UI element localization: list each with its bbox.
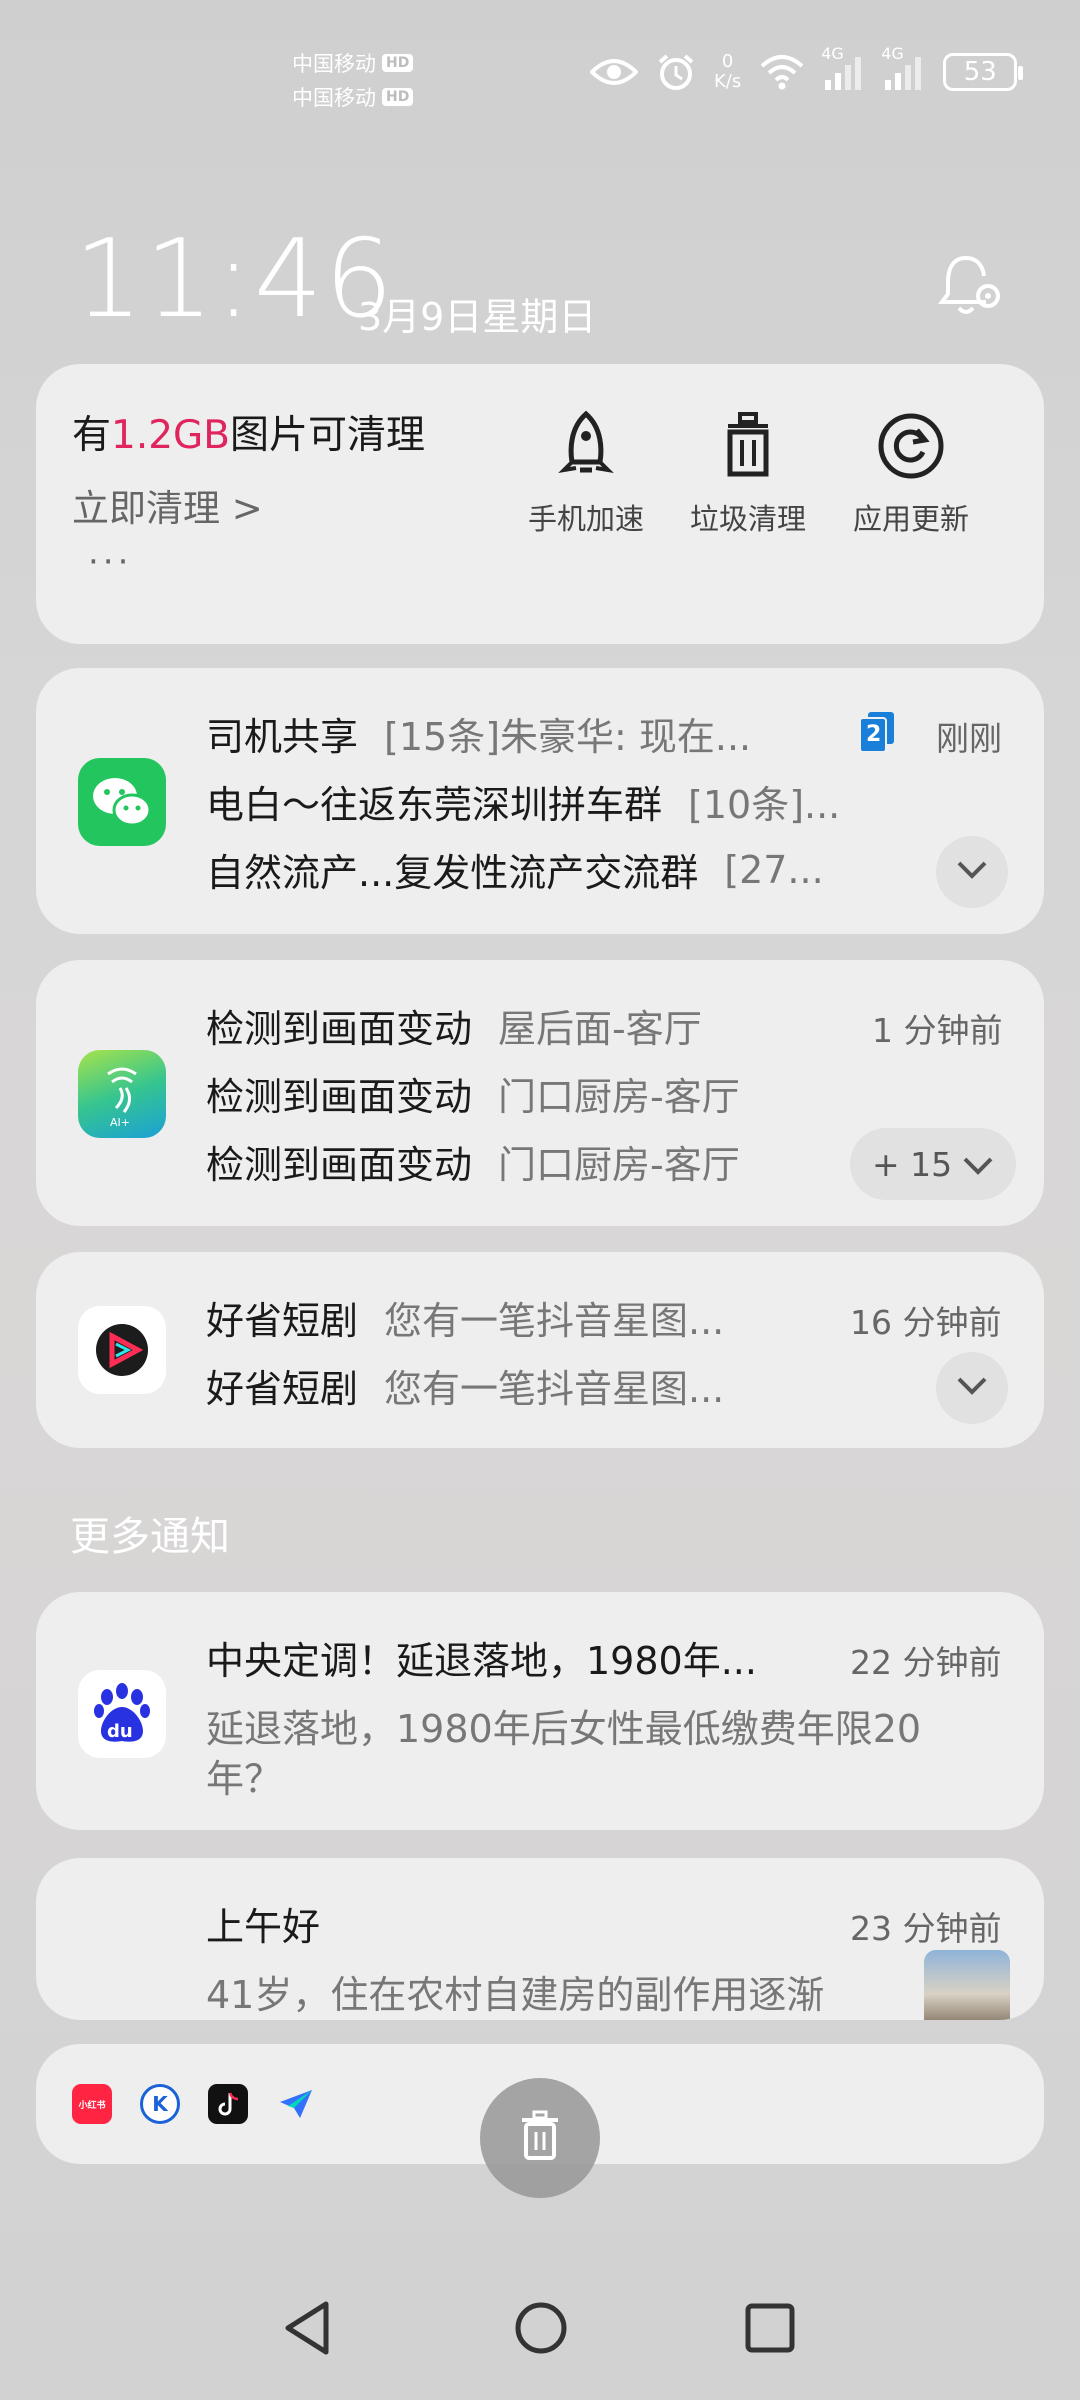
xiaohongshu-icon: 小红书 (72, 2084, 112, 2124)
rocket-icon (556, 410, 616, 486)
svg-text:du: du (107, 1721, 133, 1742)
news-body-line1: 延退落地，1980年后女性最低缴费年限20 (206, 1707, 922, 1751)
notification-time: 23 分钟前 (850, 1909, 1002, 1948)
notification-time: 16 分钟前 (850, 1303, 1002, 1342)
video-play-icon (78, 1306, 166, 1394)
net-speed: 0 K/s (714, 51, 742, 92)
expand-button[interactable] (936, 836, 1008, 908)
alarm-icon (656, 52, 696, 92)
battery-indicator: 53 (943, 53, 1024, 91)
list-item: 电白～往返东莞深圳拼车群 [10条]... (206, 783, 841, 827)
cleaner-headline: 有1.2GB图片可清理 (72, 413, 426, 458)
phone-boost-button[interactable]: 手机加速 (526, 410, 646, 538)
eye-comfort-icon (590, 56, 638, 88)
home-circle-icon (514, 2302, 568, 2360)
recents-square-icon (744, 2303, 796, 2360)
wifi-icon (759, 54, 805, 90)
douyin-icon (208, 2084, 248, 2124)
signal-1-icon: 4G (821, 44, 865, 90)
camera-ai-icon: AI+ (78, 1050, 166, 1138)
notification-time: 22 分钟前 (850, 1643, 1002, 1682)
notification-wechat[interactable]: 司机共享 [15条]朱豪华: 现在... 2 刚刚 电白～往返东莞深圳拼车群 [… (36, 668, 1044, 934)
multi-device-badge: 2 (859, 712, 896, 753)
status-icons: 0 K/s 4G 4G 53 (590, 44, 1024, 92)
list-item: 好省短剧 您有一笔抖音星图... (206, 1367, 725, 1411)
notification-short-drama[interactable]: 好省短剧 您有一笔抖音星图... 16 分钟前 好省短剧 您有一笔抖音星图... (36, 1252, 1044, 1448)
cleaner-card[interactable]: 有1.2GB图片可清理 立即清理 > ··· 手机加速 垃圾清理 应用更新 (36, 364, 1044, 644)
collapsed-app-icons: 小红书 K (72, 2084, 316, 2124)
expand-button[interactable] (936, 1352, 1008, 1424)
list-item: 检测到画面变动 门口厨房-客厅 (206, 1143, 740, 1187)
list-item: 检测到画面变动 门口厨房-客厅 (206, 1075, 740, 1119)
app-update-button[interactable]: 应用更新 (851, 410, 971, 538)
lockscreen-date: 3月9日星期日 (358, 295, 597, 339)
chevron-down-icon (956, 1376, 988, 1400)
clean-now-link[interactable]: 立即清理 > (72, 478, 263, 532)
news-thumbnail (924, 1950, 1010, 2020)
list-item: 司机共享 [15条]朱豪华: 现在... (206, 715, 752, 759)
notification-time: 1 分钟前 (872, 1011, 1003, 1050)
chevron-down-icon (956, 860, 988, 884)
clear-all-button[interactable] (480, 2078, 600, 2198)
notification-settings-icon[interactable] (936, 250, 1006, 324)
k-app-icon: K (140, 2084, 180, 2124)
notification-greeting[interactable]: 上午好 23 分钟前 41岁，住在农村自建房的副作用逐渐 (36, 1858, 1044, 2020)
list-item: 自然流产...复发性流产交流群 [27... (206, 847, 824, 896)
signal-2-icon: 4G (881, 44, 925, 90)
trash-icon (718, 410, 778, 486)
carrier-1: 中国移动 HD (292, 48, 414, 78)
notification-camera[interactable]: AI+ 检测到画面变动 屋后面-客厅 1 分钟前 检测到画面变动 门口厨房-客厅… (36, 960, 1044, 1226)
more-notifications-label: 更多通知 (70, 1514, 230, 1560)
wechat-icon (78, 758, 166, 846)
junk-clean-button[interactable]: 垃圾清理 (688, 410, 808, 538)
feishu-icon (276, 2084, 316, 2124)
refresh-icon (875, 410, 947, 486)
chevron-down-icon (962, 1145, 994, 1184)
home-button[interactable] (514, 2300, 568, 2360)
list-item: 好省短剧 您有一笔抖音星图... (206, 1299, 725, 1343)
svg-text:AI+: AI+ (110, 1116, 130, 1129)
carrier-2: 中国移动 HD (292, 82, 414, 112)
greeting-body: 41岁，住在农村自建房的副作用逐渐 (206, 1973, 825, 2017)
recents-button[interactable] (744, 2300, 796, 2360)
notification-baidu[interactable]: du 中央定调！延退落地，1980年... 22 分钟前 延退落地，1980年后… (36, 1592, 1044, 1830)
news-body-line2: 年？ (206, 1757, 283, 1801)
back-button[interactable] (282, 2300, 332, 2360)
back-triangle-icon (282, 2301, 332, 2360)
more-dots[interactable]: ··· (88, 542, 132, 582)
list-item: 检测到画面变动 屋后面-客厅 (206, 1007, 702, 1051)
greeting-title: 上午好 (206, 1905, 321, 1949)
trash-icon (518, 2110, 562, 2166)
baidu-icon: du (78, 1670, 166, 1758)
expand-more-button[interactable]: + 15 (850, 1128, 1017, 1200)
lockscreen-time: 11:46 (74, 217, 396, 342)
notification-time: 刚刚 (936, 719, 1002, 758)
news-title: 中央定调！延退落地，1980年... (206, 1639, 757, 1683)
